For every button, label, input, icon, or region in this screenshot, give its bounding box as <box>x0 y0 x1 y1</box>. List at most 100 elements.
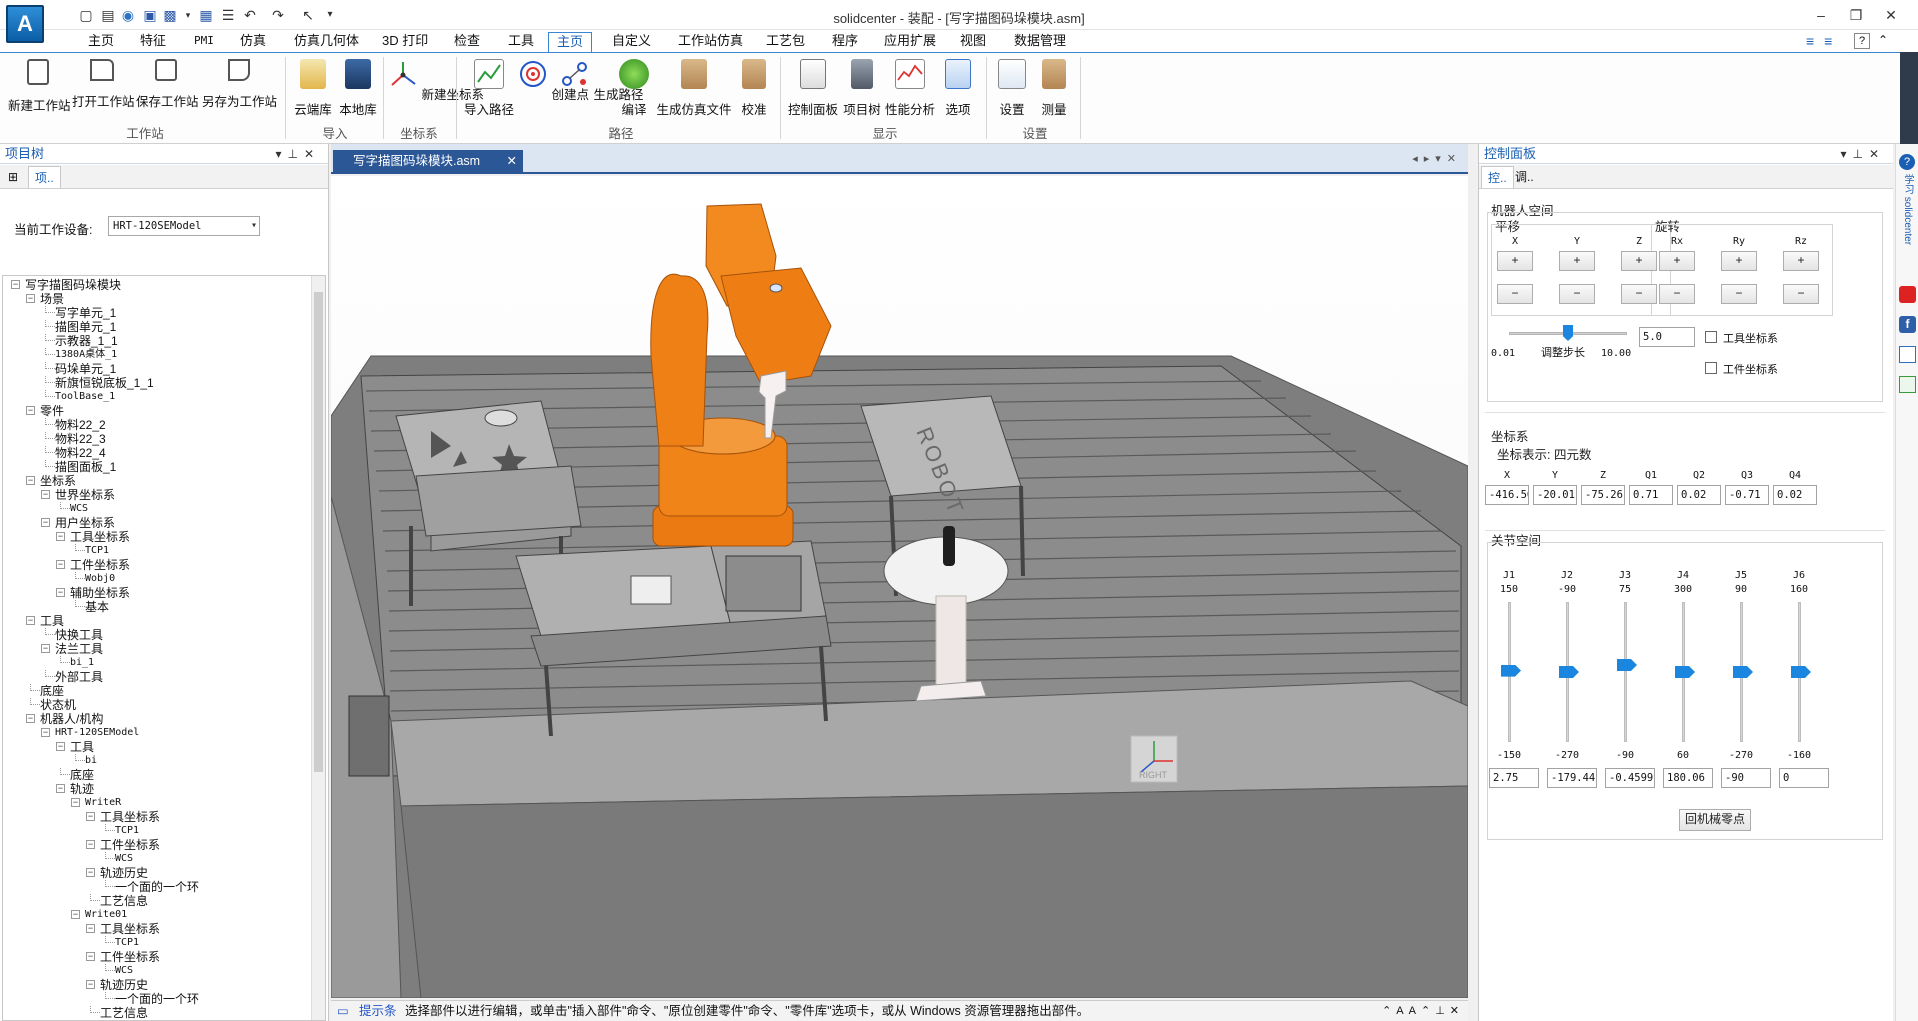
tree-node[interactable]: 坐标系 <box>40 474 76 488</box>
control-panel-button[interactable]: 控制面板 <box>786 59 840 118</box>
ry-minus-button[interactable]: − <box>1721 284 1757 304</box>
tree-expander-icon[interactable]: − <box>71 910 80 919</box>
joint-value-field[interactable]: 0 <box>1779 768 1829 788</box>
youtube-icon[interactable] <box>1899 286 1916 303</box>
y-plus-button[interactable]: + <box>1559 251 1595 271</box>
y-minus-button[interactable]: − <box>1559 284 1595 304</box>
menu-data-management[interactable]: 数据管理 <box>1006 32 1074 52</box>
tree-expander-icon[interactable]: − <box>41 490 50 499</box>
menu-inspect[interactable]: 检查 <box>446 32 488 52</box>
tree-expander-icon[interactable]: − <box>71 798 80 807</box>
rz-plus-button[interactable]: + <box>1783 251 1819 271</box>
tree-node[interactable]: 用户坐标系 <box>55 516 115 530</box>
tree-node[interactable]: 工具 <box>40 614 64 628</box>
z-minus-button[interactable]: − <box>1621 284 1657 304</box>
tree-node[interactable]: 新旗恒锐底板_1_1 <box>55 376 154 390</box>
tree-node[interactable]: bi <box>85 754 97 768</box>
app-logo[interactable]: A <box>6 5 44 43</box>
menu-process-pack[interactable]: 工艺包 <box>758 32 813 52</box>
learn-solidcenter-link[interactable]: 学习 solidcenter <box>1901 174 1915 245</box>
tree-node[interactable]: 辅助坐标系 <box>70 586 130 600</box>
tree-node[interactable]: 零件 <box>40 404 64 418</box>
coord-value-field[interactable]: -416.56 <box>1485 485 1529 505</box>
tree-expander-icon[interactable]: − <box>26 294 35 303</box>
tree-node[interactable]: 描图单元_1 <box>55 320 116 334</box>
joint-value-field[interactable]: 2.75 <box>1489 768 1539 788</box>
tree-node[interactable]: Write01 <box>85 908 127 922</box>
menu-home[interactable]: 主页 <box>80 32 122 52</box>
device-select[interactable]: HRT-120SEModel ▾ <box>108 216 260 236</box>
z-plus-button[interactable]: + <box>1621 251 1657 271</box>
close-icon[interactable]: ✕ <box>1878 6 1904 24</box>
tree-node[interactable]: 1380A桌体_1 <box>55 348 117 362</box>
tree-node[interactable]: WCS <box>115 852 133 866</box>
tree-expander-icon[interactable]: − <box>41 728 50 737</box>
tree-node[interactable]: 法兰工具 <box>55 642 103 656</box>
joint-value-field[interactable]: -179.44 <box>1547 768 1597 788</box>
tree-node[interactable]: 工艺信息 <box>100 894 148 908</box>
tree-expander-icon[interactable]: − <box>41 518 50 527</box>
tree-node[interactable]: 码垛单元_1 <box>55 362 116 376</box>
tree-node[interactable]: 物料22_2 <box>55 418 106 432</box>
ribbon-options-icon[interactable]: ≡≡ <box>1806 33 1842 49</box>
tool-cs-checkbox[interactable] <box>1705 331 1717 343</box>
coord-value-field[interactable]: -75.26 <box>1581 485 1625 505</box>
status-tools[interactable]: ⌃AA⌃⊥✕ <box>1382 1001 1464 1021</box>
menu-extensions[interactable]: 应用扩展 <box>876 32 944 52</box>
tree-node[interactable]: TCP1 <box>115 936 139 950</box>
menu-simulation[interactable]: 仿真 <box>232 32 274 52</box>
menu-workstation-sim[interactable]: 工作站仿真 <box>670 32 751 52</box>
tree-expander-icon[interactable]: − <box>26 616 35 625</box>
tree-node[interactable]: 示教器_1_1 <box>55 334 118 348</box>
close-icon[interactable]: ✕ <box>507 150 517 172</box>
tree-node[interactable]: 世界坐标系 <box>55 488 115 502</box>
tree-node[interactable]: 快换工具 <box>55 628 103 642</box>
save-workstation-button[interactable]: 保存工作站 <box>136 59 199 110</box>
collapse-ribbon-icon[interactable]: ⌃ <box>1878 33 1888 47</box>
joint-value-field[interactable]: -0.459999 <box>1605 768 1655 788</box>
save-as-workstation-button[interactable]: 另存为工作站 <box>202 59 277 110</box>
tree-expander-icon[interactable]: − <box>41 644 50 653</box>
home-position-button[interactable]: 回机械零点 <box>1679 809 1751 831</box>
x-plus-button[interactable]: + <box>1497 251 1533 271</box>
tree-expander-icon[interactable]: − <box>56 588 65 597</box>
minimize-icon[interactable]: – <box>1808 6 1834 24</box>
tree-node[interactable]: 一个面的一个环 <box>115 992 199 1006</box>
3d-viewport[interactable]: ROBOT RIGHT <box>331 176 1468 998</box>
tree-expander-icon[interactable]: − <box>56 560 65 569</box>
coord-value-field[interactable]: 0.02 <box>1773 485 1817 505</box>
tree-node[interactable]: 一个面的一个环 <box>115 880 199 894</box>
tree-expander-icon[interactable]: − <box>86 868 95 877</box>
tree-node[interactable]: WriteR <box>85 796 121 810</box>
document-tab[interactable]: 写字描图码垛模块.asm ✕ <box>333 150 523 174</box>
tree-node[interactable]: 场景 <box>40 292 64 306</box>
new-workstation-button[interactable]: 新建工作站 <box>8 59 71 114</box>
tree-node[interactable]: 底座 <box>40 684 64 698</box>
menu-program[interactable]: 程序 <box>824 32 866 52</box>
tree-node[interactable]: ToolBase_1 <box>55 390 115 404</box>
coord-value-field[interactable]: 0.71 <box>1629 485 1673 505</box>
create-point-button[interactable]: 创建点 <box>518 59 589 103</box>
tree-node[interactable]: 工具坐标系 <box>100 922 160 936</box>
tree-node[interactable]: TCP1 <box>85 544 109 558</box>
panel-controls[interactable]: ▾⊥✕ <box>1840 144 1885 164</box>
project-tree-button[interactable]: 项目树 <box>842 59 882 118</box>
generate-path-button[interactable]: 生成路径 <box>560 59 644 103</box>
menu-custom[interactable]: 自定义 <box>604 32 659 52</box>
tree-node[interactable]: 状态机 <box>40 698 76 712</box>
view-cube[interactable]: RIGHT <box>1130 735 1178 783</box>
settings-button[interactable]: 设置 <box>992 59 1032 118</box>
document-icon[interactable] <box>1899 376 1916 393</box>
tree-expander-icon[interactable]: − <box>86 952 95 961</box>
tree-node[interactable]: 底座 <box>70 768 94 782</box>
tree-node[interactable]: 轨迹历史 <box>100 866 148 880</box>
tree-expander-icon[interactable]: − <box>26 406 35 415</box>
tree-node[interactable]: 写字描图码垛模块 <box>25 278 121 292</box>
coord-value-field[interactable]: -0.71 <box>1725 485 1769 505</box>
joint-slider-track[interactable] <box>1624 602 1627 742</box>
tree-node[interactable]: 基本 <box>85 600 109 614</box>
calibrate-button[interactable]: 校准 <box>736 59 772 118</box>
work-cs-checkbox[interactable] <box>1705 362 1717 374</box>
menu-sim-geometry[interactable]: 仿真几何体 <box>286 32 367 52</box>
open-workstation-button[interactable]: 打开工作站 <box>72 59 135 110</box>
